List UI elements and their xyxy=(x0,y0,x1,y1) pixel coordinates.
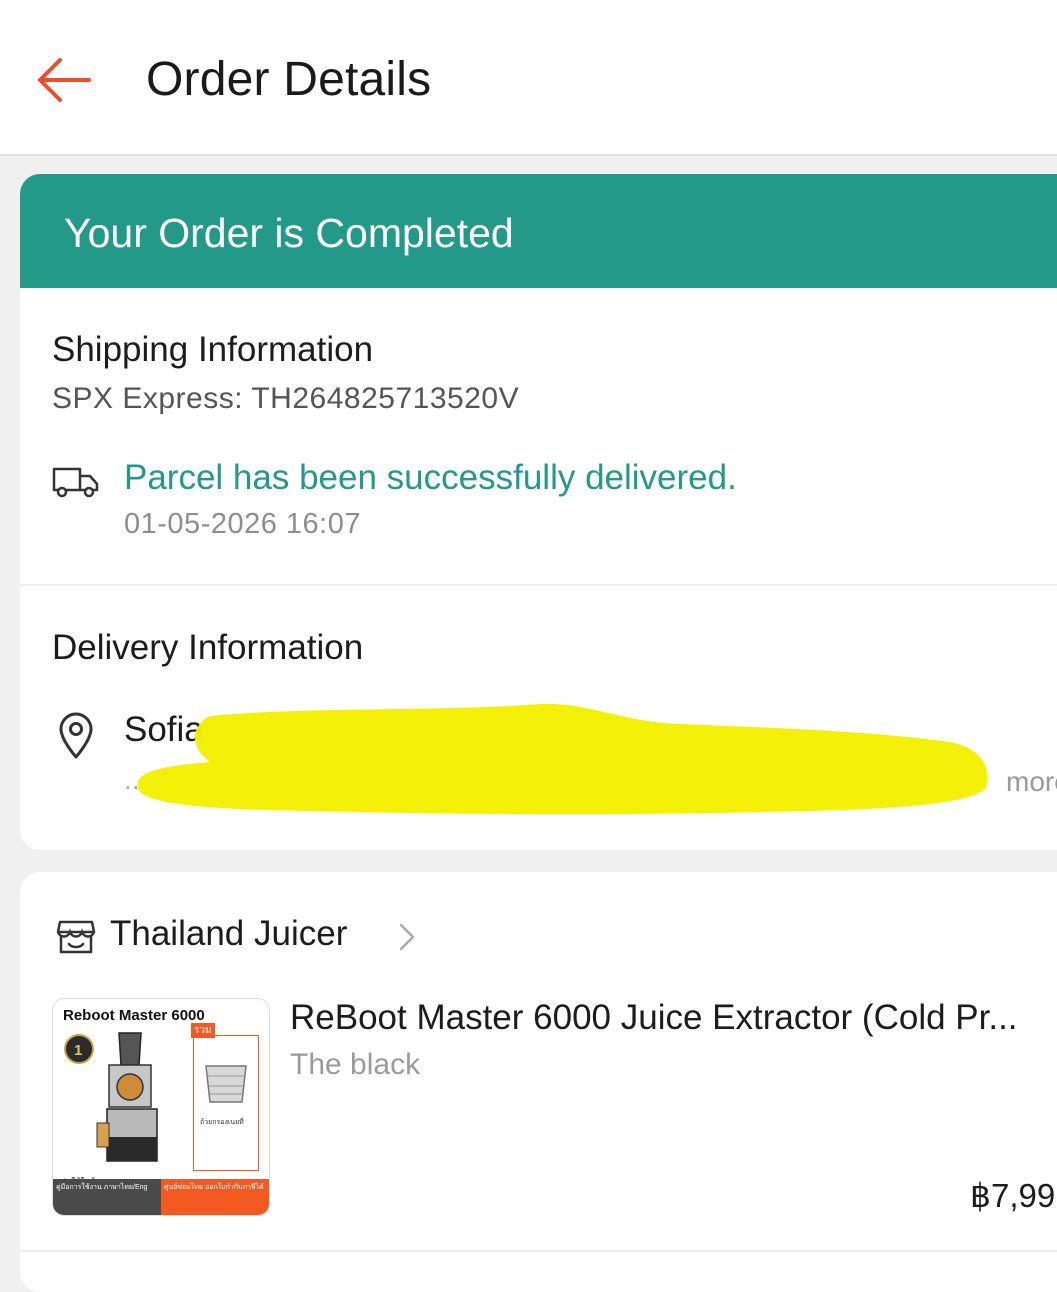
thumbnail-accessory-panel: ถ้วยกรองเนยที่ xyxy=(193,1035,259,1171)
page-title: Order Details xyxy=(146,53,432,106)
thumbnail-brand: Reboot Master 6000 xyxy=(63,1007,205,1024)
product-thumbnail[interactable]: Reboot Master 6000 รวม ถ้วยกรองเนยที่ 1 … xyxy=(52,998,270,1216)
truck-icon xyxy=(52,467,99,498)
section-divider xyxy=(20,584,1057,586)
juicer-machine-icon: 1 xyxy=(64,1032,158,1162)
delivery-timestamp: 01-05-2026 16:07 xyxy=(124,508,361,540)
arrow-left-icon xyxy=(38,58,91,102)
shipping-info-title: Shipping Information xyxy=(52,330,374,369)
delivery-status-text[interactable]: Parcel has been successfully delivered. xyxy=(124,458,737,498)
address-more-link[interactable]: more xyxy=(1006,766,1057,798)
filter-basket-icon: ถ้วยกรองเนยที่ xyxy=(200,1065,247,1126)
tracking-number[interactable]: SPX Express: TH264825713520V xyxy=(52,382,519,416)
svg-text:1: 1 xyxy=(74,1042,82,1059)
back-button[interactable] xyxy=(30,50,96,110)
thumbnail-caption: ถ้วยกรองเนยที่ xyxy=(200,1117,244,1126)
product-variant: The black xyxy=(290,1048,421,1081)
thumbnail-footer: คู่มือการใช้งาน ภาษาไทย/Eng ศูนย์ซ่อมไทย… xyxy=(53,1179,269,1215)
order-info-card: Your Order is Completed Shipping Informa… xyxy=(20,174,1057,850)
chevron-right-icon[interactable] xyxy=(398,922,416,952)
thumbnail-footer-right: ศูนย์ซ่อมไทย ออกใบกำกับภาษีได้ xyxy=(161,1179,269,1215)
product-name[interactable]: ReBoot Master 6000 Juice Extractor (Cold… xyxy=(290,998,1057,1038)
order-status-banner: Your Order is Completed xyxy=(20,174,1057,288)
redaction-highlight xyxy=(137,703,988,815)
order-status-text: Your Order is Completed xyxy=(64,210,514,256)
shop-name[interactable]: Thailand Juicer xyxy=(110,914,347,954)
location-pin-icon xyxy=(59,712,93,759)
shop-icon xyxy=(56,920,96,954)
product-price: ฿7,99 xyxy=(970,1177,1056,1214)
delivery-info-title: Delivery Information xyxy=(52,628,364,667)
thumbnail-footer-left: คู่มือการใช้งาน ภาษาไทย/Eng xyxy=(53,1179,161,1215)
app-header: Order Details xyxy=(0,0,1057,156)
product-card: Thailand Juicer Reboot Master 6000 รวม ถ… xyxy=(20,872,1057,1292)
section-divider xyxy=(20,1250,1057,1252)
